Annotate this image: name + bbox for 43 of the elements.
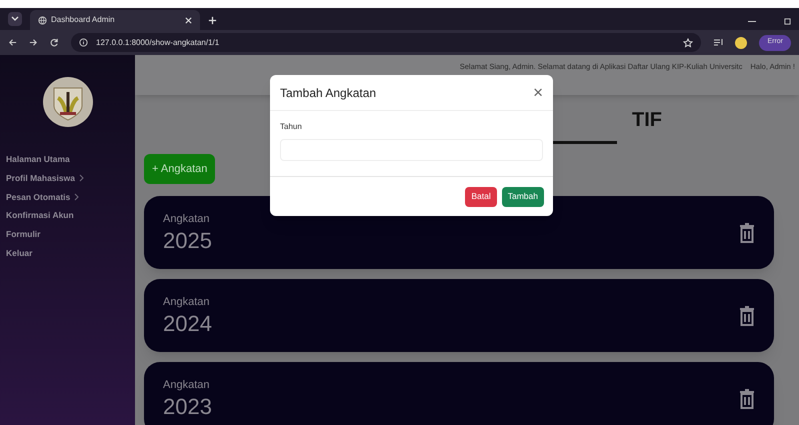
cancel-button[interactable]: Batal	[465, 186, 497, 206]
back-icon[interactable]	[8, 38, 17, 47]
restore-icon[interactable]	[784, 18, 791, 25]
sidebar-item[interactable]: Keluar	[6, 246, 129, 260]
star-icon[interactable]	[683, 38, 694, 48]
address-bar[interactable]: 127.0.0.1:8000/show-angkatan/1/1	[71, 33, 702, 52]
trash-icon[interactable]	[739, 222, 755, 242]
sidebar-item[interactable]: Pesan Otomatis	[6, 190, 129, 204]
batch-year: 2023	[163, 393, 212, 420]
trash-icon[interactable]	[739, 306, 755, 326]
card-label: Angkatan	[163, 378, 210, 392]
submit-button[interactable]: Tambah	[502, 186, 544, 206]
globe-icon	[38, 16, 47, 24]
profile-avatar[interactable]	[735, 36, 748, 48]
new-tab-icon[interactable]	[208, 16, 217, 25]
browser-tab[interactable]: Dashboard Admin	[30, 10, 200, 30]
minimize-icon[interactable]	[748, 21, 756, 23]
sidebar-item[interactable]: Profil Mahasiswa	[6, 172, 129, 184]
forward-icon[interactable]	[29, 38, 38, 47]
caret-icon	[11, 16, 19, 22]
reload-icon[interactable]	[50, 38, 59, 47]
modal-title: Tambah Angkatan	[280, 84, 376, 102]
trash-icon[interactable]	[739, 388, 755, 408]
field-label: Tahun	[280, 121, 303, 133]
media-icon[interactable]	[713, 38, 724, 47]
card-label: Angkatan	[163, 212, 210, 226]
tab-menu-button[interactable]	[8, 12, 22, 26]
page-title: TIF	[631, 108, 662, 133]
close-button[interactable]: ×	[533, 84, 543, 101]
batch-year: 2025	[163, 227, 212, 254]
batch-card[interactable]: Angkatan 2023	[144, 362, 774, 425]
close-icon[interactable]	[185, 16, 192, 24]
tab-title: Dashboard Admin	[51, 14, 116, 26]
sidebar-item[interactable]: Konfirmasi Akun	[6, 209, 129, 222]
university-logo	[42, 77, 92, 127]
add-batch-button[interactable]: + Angkatan	[144, 154, 216, 184]
card-label: Angkatan	[163, 294, 210, 310]
sidebar-item[interactable]: Formulir	[6, 228, 129, 241]
batch-year: 2024	[163, 310, 212, 338]
url-text: 127.0.0.1:8000/show-angkatan/1/1	[96, 36, 220, 48]
batch-card[interactable]: Angkatan 2024	[144, 279, 774, 352]
info-icon[interactable]	[79, 38, 88, 47]
sidebar-item[interactable]: Halaman Utama	[6, 153, 129, 166]
